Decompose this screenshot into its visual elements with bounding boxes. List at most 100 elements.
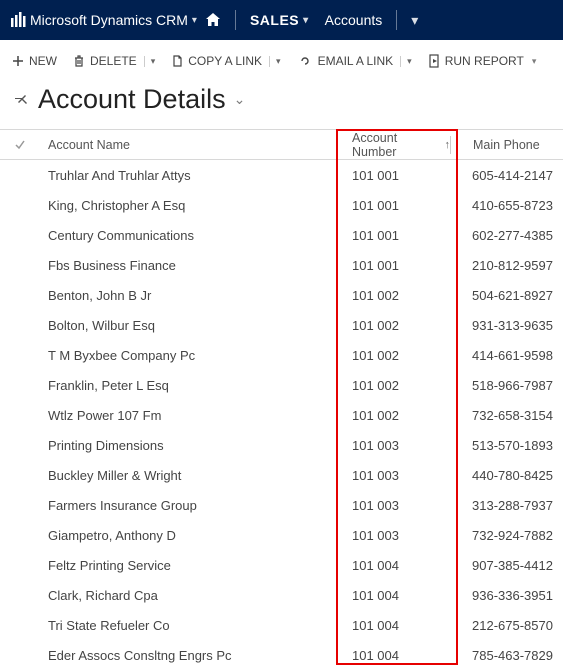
- cell-account-number: 101 003: [340, 528, 450, 543]
- cell-main-phone: 907-385-4412: [450, 558, 563, 573]
- chevron-down-icon: ⌄: [234, 91, 246, 108]
- copy-link-button[interactable]: COPY A LINK ▾: [169, 51, 282, 71]
- table-row[interactable]: Eder Assocs Consltng Engrs Pc101 004785-…: [0, 640, 563, 670]
- run-report-label: RUN REPORT: [445, 54, 524, 68]
- trash-icon: [73, 55, 85, 68]
- cell-account-number: 101 004: [340, 648, 450, 663]
- nav-sales[interactable]: SALES ▾: [250, 12, 309, 28]
- copy-link-icon: [171, 54, 183, 68]
- grid-body: Truhlar And Truhlar Attys101 001605-414-…: [0, 160, 563, 670]
- cell-account-number: 101 002: [340, 378, 450, 393]
- table-row[interactable]: Century Communications101 001602-277-438…: [0, 220, 563, 250]
- nav-more-chevron-icon[interactable]: ▾: [411, 12, 418, 29]
- cell-account-name: Eder Assocs Consltng Engrs Pc: [40, 648, 340, 663]
- delete-split-chevron-icon[interactable]: ▾: [144, 56, 156, 67]
- cell-account-name: Bolton, Wilbur Esq: [40, 318, 340, 333]
- home-icon[interactable]: [205, 12, 221, 28]
- cell-account-number: 101 001: [340, 228, 450, 243]
- email-link-split-chevron-icon[interactable]: ▾: [400, 56, 412, 67]
- accounts-grid: Account Name Account Number ↑ Main Phone…: [0, 129, 563, 670]
- chevron-down-icon: ▾: [303, 15, 309, 26]
- table-row[interactable]: Truhlar And Truhlar Attys101 001605-414-…: [0, 160, 563, 190]
- cell-account-number: 101 001: [340, 258, 450, 273]
- nav-accounts[interactable]: Accounts: [325, 12, 383, 28]
- copy-link-split-chevron-icon[interactable]: ▾: [269, 56, 281, 67]
- table-row[interactable]: Wtlz Power 107 Fm101 002732-658-3154: [0, 400, 563, 430]
- cell-main-phone: 212-675-8570: [450, 618, 563, 633]
- cell-account-name: Clark, Richard Cpa: [40, 588, 340, 603]
- table-row[interactable]: Giampetro, Anthony D101 003732-924-7882: [0, 520, 563, 550]
- grid-wrap: Account Name Account Number ↑ Main Phone…: [0, 129, 563, 670]
- report-icon: [428, 54, 440, 68]
- brand[interactable]: Microsoft Dynamics CRM ▾: [10, 12, 197, 28]
- cell-main-phone: 732-924-7882: [450, 528, 563, 543]
- header-account-number[interactable]: Account Number ↑: [340, 131, 450, 159]
- cell-account-name: T M Byxbee Company Pc: [40, 348, 340, 363]
- pin-icon[interactable]: [14, 91, 28, 108]
- cell-main-phone: 513-570-1893: [450, 438, 563, 453]
- header-account-name[interactable]: Account Name: [40, 138, 340, 152]
- cell-account-name: Printing Dimensions: [40, 438, 340, 453]
- cell-main-phone: 210-812-9597: [450, 258, 563, 273]
- cell-main-phone: 936-336-3951: [450, 588, 563, 603]
- view-selector[interactable]: Account Details ⌄: [38, 84, 245, 115]
- header-account-name-label: Account Name: [48, 138, 130, 152]
- cell-account-name: Fbs Business Finance: [40, 258, 340, 273]
- table-row[interactable]: Farmers Insurance Group101 003313-288-79…: [0, 490, 563, 520]
- table-row[interactable]: Fbs Business Finance101 001210-812-9597: [0, 250, 563, 280]
- table-row[interactable]: Clark, Richard Cpa101 004936-336-3951: [0, 580, 563, 610]
- cell-account-number: 101 004: [340, 618, 450, 633]
- cell-account-number: 101 004: [340, 558, 450, 573]
- command-bar: NEW DELETE ▾ COPY A LINK ▾ EMAIL A LINK …: [0, 40, 563, 82]
- table-row[interactable]: King, Christopher A Esq101 001410-655-87…: [0, 190, 563, 220]
- table-row[interactable]: Buckley Miller & Wright101 003440-780-84…: [0, 460, 563, 490]
- table-row[interactable]: T M Byxbee Company Pc101 002414-661-9598: [0, 340, 563, 370]
- cell-account-number: 101 003: [340, 468, 450, 483]
- cell-account-number: 101 002: [340, 408, 450, 423]
- cell-account-number: 101 002: [340, 288, 450, 303]
- delete-label: DELETE: [90, 54, 137, 68]
- grid-header: Account Name Account Number ↑ Main Phone: [0, 130, 563, 160]
- cell-account-name: Truhlar And Truhlar Attys: [40, 168, 340, 183]
- table-row[interactable]: Franklin, Peter L Esq101 002518-966-7987: [0, 370, 563, 400]
- header-account-number-label: Account Number: [352, 131, 441, 159]
- table-row[interactable]: Bolton, Wilbur Esq101 002931-313-9635: [0, 310, 563, 340]
- top-nav: Microsoft Dynamics CRM ▾ SALES ▾ Account…: [0, 0, 563, 40]
- cell-main-phone: 440-780-8425: [450, 468, 563, 483]
- plus-icon: [12, 55, 24, 67]
- header-main-phone-label: Main Phone: [473, 138, 540, 152]
- table-row[interactable]: Printing Dimensions101 003513-570-1893: [0, 430, 563, 460]
- table-row[interactable]: Feltz Printing Service101 004907-385-441…: [0, 550, 563, 580]
- nav-separator: [235, 10, 236, 30]
- cell-account-number: 101 001: [340, 168, 450, 183]
- brand-text: Microsoft Dynamics CRM: [30, 12, 188, 28]
- brand-logo-icon: [10, 12, 26, 28]
- cell-account-name: Benton, John B Jr: [40, 288, 340, 303]
- table-row[interactable]: Tri State Refueler Co101 004212-675-8570: [0, 610, 563, 640]
- table-row[interactable]: Benton, John B Jr101 002504-621-8927: [0, 280, 563, 310]
- select-all-checkbox[interactable]: [0, 139, 40, 151]
- cell-main-phone: 605-414-2147: [450, 168, 563, 183]
- cell-account-name: Century Communications: [40, 228, 340, 243]
- header-main-phone[interactable]: Main Phone: [451, 138, 563, 152]
- cell-account-number: 101 004: [340, 588, 450, 603]
- copy-link-label: COPY A LINK: [188, 54, 262, 68]
- run-report-button[interactable]: RUN REPORT ▾: [426, 51, 539, 71]
- delete-button[interactable]: DELETE ▾: [71, 51, 157, 71]
- cell-account-number: 101 002: [340, 318, 450, 333]
- cell-account-name: Buckley Miller & Wright: [40, 468, 340, 483]
- cell-account-number: 101 003: [340, 438, 450, 453]
- cell-account-name: Giampetro, Anthony D: [40, 528, 340, 543]
- cell-main-phone: 732-658-3154: [450, 408, 563, 423]
- cell-main-phone: 602-277-4385: [450, 228, 563, 243]
- nav-separator: [396, 10, 397, 30]
- cell-main-phone: 785-463-7829: [450, 648, 563, 663]
- cell-account-number: 101 002: [340, 348, 450, 363]
- email-link-button[interactable]: EMAIL A LINK ▾: [295, 51, 414, 71]
- cell-main-phone: 414-661-9598: [450, 348, 563, 363]
- nav-sales-label: SALES: [250, 12, 299, 28]
- run-report-chevron-icon[interactable]: ▾: [532, 56, 537, 67]
- cell-account-name: Franklin, Peter L Esq: [40, 378, 340, 393]
- cell-main-phone: 410-655-8723: [450, 198, 563, 213]
- new-button[interactable]: NEW: [10, 51, 59, 71]
